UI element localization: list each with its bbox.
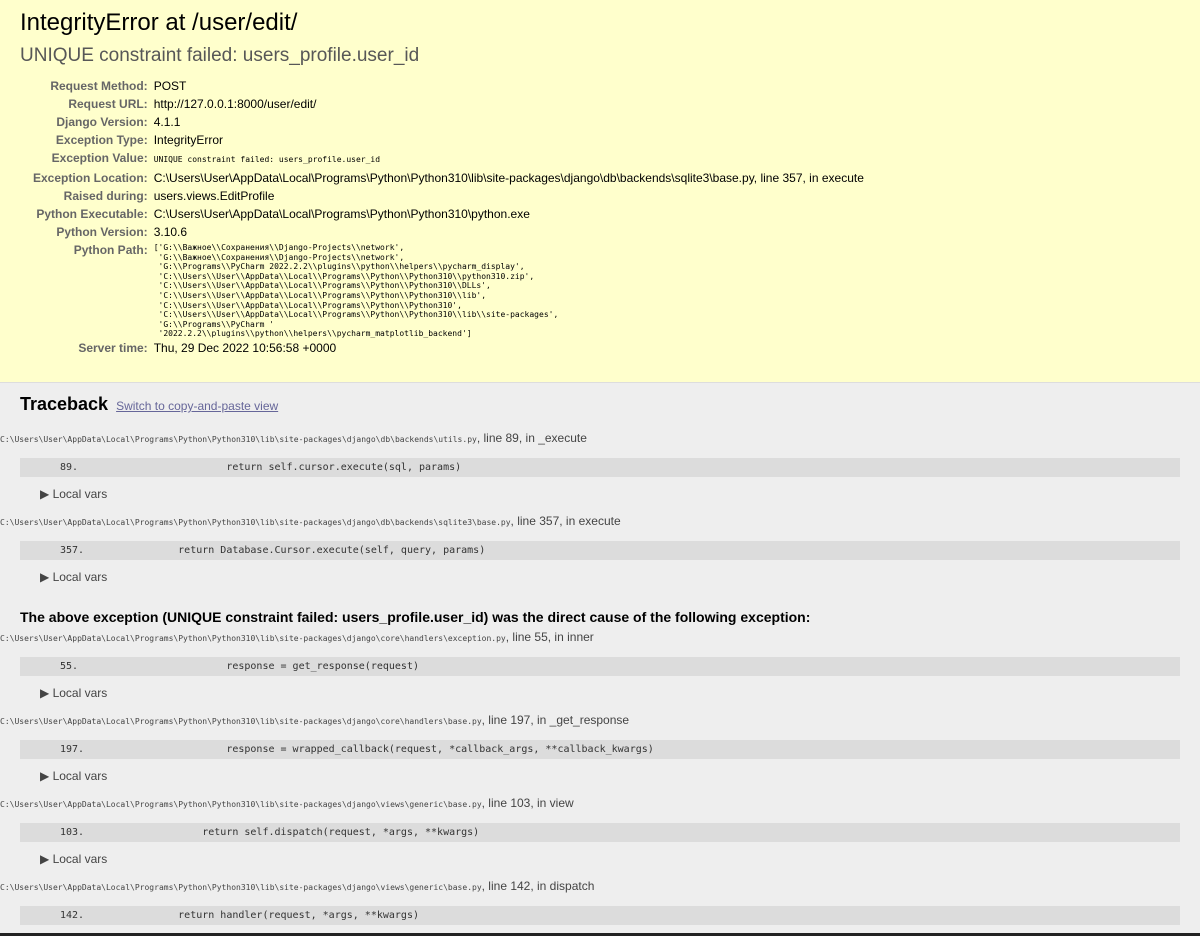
meta-label: Python Version: (56, 225, 148, 239)
context-line[interactable]: 55. response = get_response(request) (20, 657, 1180, 676)
line-number: 357. (60, 545, 85, 556)
frame-file: C:\Users\User\AppData\Local\Programs\Pyt… (0, 717, 482, 726)
switch-copy-paste-link[interactable]: Switch to copy-and-paste view (116, 399, 278, 413)
line-number: 197. (60, 744, 85, 755)
frame-where: , line 89, in _execute (476, 431, 587, 445)
frame-file: C:\Users\User\AppData\Local\Programs\Pyt… (0, 883, 482, 892)
python-path: ['G:\\Важное\\Сохранения\\Django-Project… (153, 243, 559, 339)
frame-file: C:\Users\User\AppData\Local\Programs\Pyt… (0, 634, 506, 643)
local-vars-toggle[interactable]: ▶ Local vars (40, 570, 1180, 584)
context-line[interactable]: 142. return handler(request, *args, **kw… (20, 906, 1180, 925)
error-title: IntegrityError at /user/edit/ (20, 9, 298, 36)
traceback-frame: C:\Users\User\AppData\Local\Programs\Pyt… (0, 713, 1180, 783)
context-line[interactable]: 103. return self.dispatch(request, *args… (20, 823, 1180, 842)
meta-row: Python Executable: C:\Users\User\AppData\… (20, 205, 864, 223)
error-subtitle: UNIQUE constraint failed: users_profile.… (20, 45, 420, 66)
traceback-frame: C:\Users\User\AppData\Local\Programs\Pyt… (0, 431, 1180, 501)
line-number: 55. (60, 661, 79, 672)
frame-location: C:\Users\User\AppData\Local\Programs\Pyt… (0, 713, 1180, 729)
code-line: return self.dispatch(request, *args, **k… (130, 827, 480, 838)
meta-value: C:\Users\User\AppData\Local\Programs\Pyt… (153, 207, 530, 221)
context-line[interactable]: 89. return self.cursor.execute(sql, para… (20, 458, 1180, 477)
meta-value: 3.10.6 (153, 225, 188, 239)
meta-label: Python Executable: (36, 207, 148, 221)
code-line: return Database.Cursor.execute(self, que… (130, 545, 486, 556)
meta-label: Python Path: (73, 243, 148, 257)
code-line: return handler(request, *args, **kwargs) (130, 910, 419, 921)
frame-location: C:\Users\User\AppData\Local\Programs\Pyt… (0, 630, 1180, 646)
traceback-frame: C:\Users\User\AppData\Local\Programs\Pyt… (0, 879, 1180, 925)
frame-location: C:\Users\User\AppData\Local\Programs\Pyt… (0, 879, 1180, 895)
meta-value: IntegrityError (153, 133, 224, 147)
error-summary: IntegrityError at /user/edit/ UNIQUE con… (0, 0, 1200, 383)
local-vars-toggle[interactable]: ▶ Local vars (40, 686, 1180, 700)
frame-file: C:\Users\User\AppData\Local\Programs\Pyt… (0, 435, 477, 444)
meta-row: Exception Location: C:\Users\User\AppData… (20, 169, 864, 187)
meta-row: Exception Value: UNIQUE constraint failed… (20, 149, 864, 169)
request-info-table: Request Method: POST Request URL: http://1… (20, 77, 864, 357)
frame-where: , line 55, in inner (505, 630, 594, 644)
code-line: response = wrapped_callback(request, *ca… (130, 744, 654, 755)
meta-label: Exception Type: (55, 133, 148, 147)
meta-value: users.views.EditProfile (153, 189, 275, 203)
code-line: response = get_response(request) (130, 661, 419, 672)
frame-where: , line 357, in execute (510, 514, 621, 528)
traceback-heading: Traceback Switch to copy-and-paste view (20, 393, 1180, 417)
frame-file: C:\Users\User\AppData\Local\Programs\Pyt… (0, 518, 511, 527)
traceback-frame: C:\Users\User\AppData\Local\Programs\Pyt… (0, 796, 1180, 866)
exception-value: UNIQUE constraint failed: users_profile.… (153, 155, 381, 164)
context-line[interactable]: 357. return Database.Cursor.execute(self… (20, 541, 1180, 560)
meta-row: Request Method: POST (20, 77, 864, 95)
line-number: 103. (60, 827, 85, 838)
meta-value: http://127.0.0.1:8000/user/edit/ (153, 97, 317, 111)
local-vars-toggle[interactable]: ▶ Local vars (40, 487, 1180, 501)
traceback-frame: C:\Users\User\AppData\Local\Programs\Pyt… (0, 514, 1180, 584)
exception-cause-heading: The above exception (UNIQUE constraint f… (20, 609, 811, 625)
meta-label: Exception Location: (33, 171, 148, 185)
meta-label: Request URL: (68, 97, 148, 111)
local-vars-toggle[interactable]: ▶ Local vars (40, 852, 1180, 866)
meta-row: Python Version: 3.10.6 (20, 223, 864, 241)
meta-label: Exception Value: (51, 151, 148, 165)
meta-row: Exception Type: IntegrityError (20, 131, 864, 149)
frame-where: , line 142, in dispatch (481, 879, 595, 893)
meta-value: UNIQUE constraint failed: users_profile.… (154, 149, 864, 169)
meta-label: Server time: (78, 340, 148, 355)
meta-row: Python Path: ['G:\\Важное\\Сохранения\\Dj… (20, 241, 864, 339)
meta-row: Django Version: 4.1.1 (20, 113, 864, 131)
meta-value: C:\Users\User\AppData\Local\Programs\Pyt… (153, 171, 864, 185)
frame-location: C:\Users\User\AppData\Local\Programs\Pyt… (0, 796, 1180, 812)
meta-value: Thu, 29 Dec 2022 10:56:58 +0000 (153, 340, 337, 355)
meta-row: Request URL: http://127.0.0.1:8000/user/e… (20, 95, 864, 113)
frame-location: C:\Users\User\AppData\Local\Programs\Pyt… (0, 514, 1180, 530)
meta-label: Django Version: (56, 115, 148, 129)
meta-row: Raised during: users.views.EditProfile (20, 187, 864, 205)
local-vars-toggle[interactable]: ▶ Local vars (40, 769, 1180, 783)
traceback-frame: C:\Users\User\AppData\Local\Programs\Pyt… (0, 630, 1180, 700)
meta-value: 4.1.1 (153, 115, 181, 129)
line-number: 89. (60, 462, 79, 473)
meta-value: ['G:\\Важное\\Сохранения\\Django-Project… (154, 241, 864, 339)
traceback-title: Traceback (20, 394, 109, 414)
frame-where: , line 197, in _get_response (481, 713, 630, 727)
code-line: return self.cursor.execute(sql, params) (130, 462, 462, 473)
context-line[interactable]: 197. response = wrapped_callback(request… (20, 740, 1180, 759)
line-number: 142. (60, 910, 85, 921)
meta-value: POST (153, 79, 187, 93)
meta-row: Server time: Thu, 29 Dec 2022 10:56:58 +0… (20, 339, 864, 357)
meta-label: Raised during: (63, 189, 148, 203)
frame-file: C:\Users\User\AppData\Local\Programs\Pyt… (0, 800, 482, 809)
meta-label: Request Method: (50, 79, 148, 93)
frame-location: C:\Users\User\AppData\Local\Programs\Pyt… (0, 431, 1180, 447)
frame-where: , line 103, in view (481, 796, 574, 810)
traceback-section: Traceback Switch to copy-and-paste view … (0, 383, 1200, 925)
